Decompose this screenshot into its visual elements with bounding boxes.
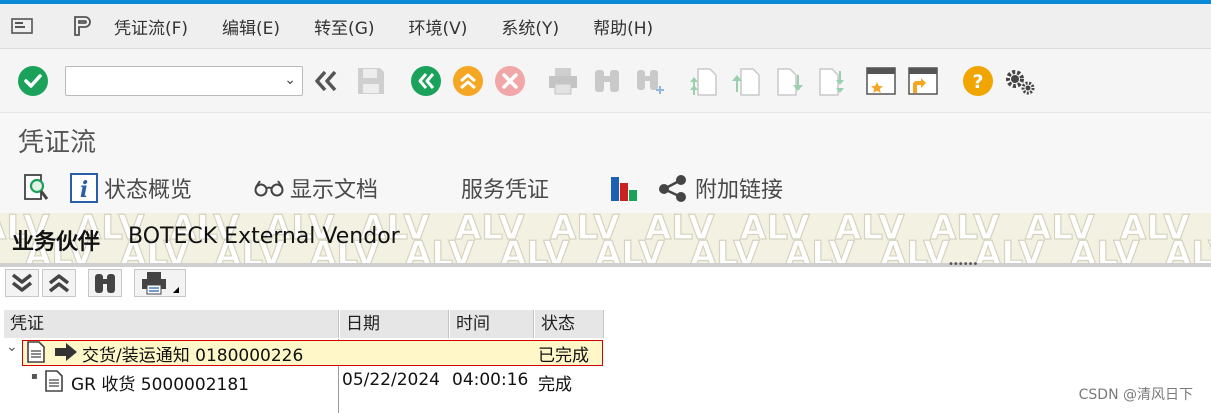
menu-environment[interactable]: 环境(V) xyxy=(409,14,468,39)
svg-text:i: i xyxy=(80,177,88,203)
svg-text:?: ? xyxy=(972,71,983,93)
alv-header: ALVALVALVALVALVALVALVALVALVALVALVALVALVA… xyxy=(0,213,1211,263)
display-document-label: 显示文档 xyxy=(290,178,379,203)
save-icon[interactable] xyxy=(354,61,388,101)
display-document-button[interactable]: 显示文档 xyxy=(254,170,378,206)
first-page-icon[interactable] xyxy=(686,61,720,101)
cancel-icon[interactable] xyxy=(493,61,527,101)
help-icon[interactable]: ? xyxy=(961,61,995,101)
command-input[interactable] xyxy=(72,67,276,95)
additional-links-label: 附加链接 xyxy=(695,178,784,203)
alv-watermark-text: ALV xyxy=(1165,234,1211,263)
find-icon[interactable] xyxy=(590,61,624,101)
bar-chart-icon xyxy=(611,177,637,201)
back-icon[interactable] xyxy=(312,61,342,101)
current-document-arrow-icon xyxy=(54,342,78,367)
row-document-text: GR 收货 5000002181 xyxy=(71,375,249,395)
page-title: 凭证流 xyxy=(18,128,97,158)
expand-all-icon[interactable] xyxy=(5,269,39,297)
csdn-watermark: CSDN @清风日下 xyxy=(1078,387,1193,403)
document-icon xyxy=(26,341,46,368)
row-status-text: 已完成 xyxy=(538,346,589,366)
business-partner-value: BOTECK External Vendor xyxy=(128,224,400,249)
standard-toolbar: ⌄ ? xyxy=(0,49,1211,112)
menu-system[interactable]: 系统(Y) xyxy=(501,14,559,39)
command-field[interactable]: ⌄ xyxy=(65,66,303,96)
column-header-time[interactable]: 时间 xyxy=(450,310,534,338)
table-row[interactable]: ⌄ 交货/装运通知 0180000226 已完成 xyxy=(0,339,1211,367)
table-header: 凭证 日期 时间 状态 xyxy=(0,310,1211,338)
dropdown-arrow-icon: ◢ xyxy=(172,284,180,294)
document-overview-button[interactable] xyxy=(22,170,56,206)
shortcut-icon[interactable] xyxy=(906,61,940,101)
column-header-status[interactable]: 状态 xyxy=(535,310,604,338)
business-partner-label: 业务伙伴 xyxy=(12,230,101,255)
green-back-icon[interactable] xyxy=(409,61,443,101)
application-toolbar: i 状态概览 显示文档 服务凭证 附加链接 xyxy=(0,163,1211,213)
chart-button[interactable] xyxy=(609,170,645,206)
info-icon: i xyxy=(70,173,98,203)
next-page-icon[interactable] xyxy=(772,61,806,101)
exit-up-icon[interactable] xyxy=(451,61,485,101)
create-session-icon[interactable] xyxy=(864,61,898,101)
menu-bar: 凭证流(F) 编辑(E) 转至(G) 环境(V) 系统(Y) 帮助(H) xyxy=(0,4,1211,49)
row-status-text: 完成 xyxy=(538,375,572,395)
document-icon xyxy=(44,370,64,397)
sap-logo-icon[interactable] xyxy=(60,4,104,48)
print-icon xyxy=(141,272,166,295)
tree-toolbar: ◢ xyxy=(0,267,1211,308)
table-row[interactable]: ▪ GR 收货 5000002181 05/22/2024 04:00:16 完… xyxy=(0,368,1211,396)
glasses-icon xyxy=(254,180,284,197)
find-icon[interactable] xyxy=(88,269,122,297)
status-overview-label: 状态概览 xyxy=(104,178,193,203)
chevron-down-icon[interactable]: ⌄ xyxy=(284,72,296,88)
status-overview-button[interactable]: i 状态概览 xyxy=(70,170,192,206)
print-menu-button[interactable]: ◢ xyxy=(134,269,186,297)
service-document-button[interactable]: 服务凭证 xyxy=(461,170,549,206)
menu-edit[interactable]: 编辑(E) xyxy=(222,14,280,39)
enter-check-icon[interactable] xyxy=(15,61,51,101)
print-icon[interactable] xyxy=(546,61,580,101)
column-header-document[interactable]: 凭证 xyxy=(4,310,339,338)
links-icon xyxy=(659,175,686,202)
row-time-text: 04:00:16 xyxy=(452,370,529,390)
row-date-text: 05/22/2024 xyxy=(342,370,440,390)
menu-document-flow[interactable]: 凭证流(F) xyxy=(114,14,188,39)
last-page-icon[interactable] xyxy=(814,61,848,101)
find-next-icon[interactable] xyxy=(632,61,668,101)
title-bar: 凭证流 xyxy=(0,112,1211,164)
previous-page-icon[interactable] xyxy=(729,61,763,101)
additional-links-button[interactable]: 附加链接 xyxy=(657,170,783,206)
collapse-all-icon[interactable] xyxy=(42,269,76,297)
leaf-node-bullet-icon: ▪ xyxy=(31,371,38,382)
expand-toggle-icon[interactable]: ⌄ xyxy=(6,339,18,355)
row-document-text: 交货/装运通知 0180000226 xyxy=(82,346,304,366)
menu-goto[interactable]: 转至(G) xyxy=(314,14,374,39)
menu-help[interactable]: 帮助(H) xyxy=(593,14,653,39)
service-document-label: 服务凭证 xyxy=(461,178,550,203)
column-header-date[interactable]: 日期 xyxy=(340,310,449,338)
menu-toggle-icon[interactable] xyxy=(0,4,44,48)
document-search-icon xyxy=(24,174,49,200)
settings-icon[interactable] xyxy=(1003,61,1037,101)
